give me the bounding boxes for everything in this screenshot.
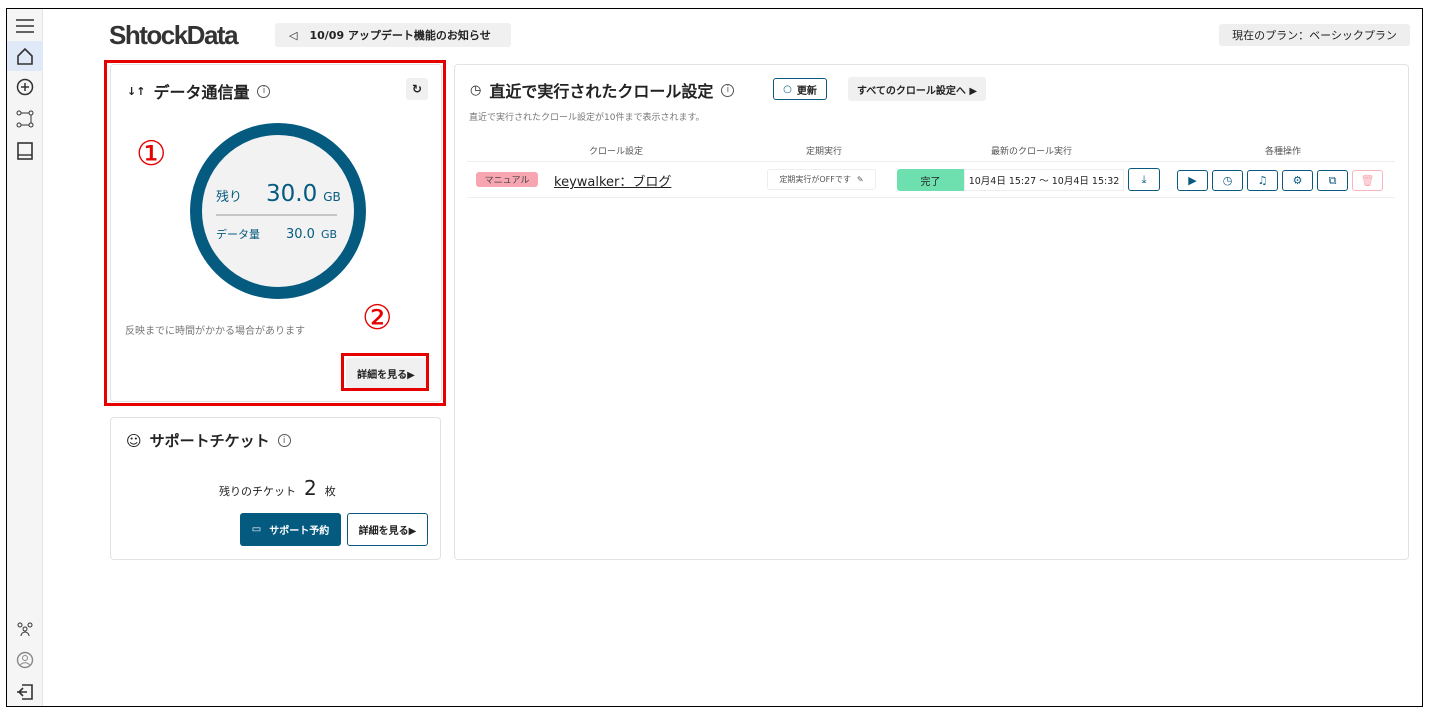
annotation-box-2 [341, 353, 429, 391]
plan-badge: 現在のプラン：ベーシックプラン [1219, 24, 1410, 46]
schedule-button[interactable]: 定期実行がOFFです ✎ [767, 169, 876, 190]
all-crawls-button[interactable]: すべてのクロール設定へ ▶ [848, 77, 986, 101]
delete-button[interactable]: 🗑 [1352, 170, 1383, 191]
download-icon: ⤓ [1141, 172, 1147, 186]
copy-icon: ⧉ [1328, 173, 1337, 187]
support-ticket-card: ☺ サポートチケット i 残りのチケット 2 枚 ▭ サポート予約 詳細を見る▶ [110, 417, 441, 560]
history-icon: ◷ [470, 82, 482, 98]
schedule-text: 定期実行がOFFです [779, 175, 851, 184]
manual-tag: マニュアル [476, 172, 538, 187]
recent-subtitle: 直近で実行されたクロール設定が10件まで表示されます。 [469, 113, 705, 123]
bell-icon: ♫ [1257, 174, 1268, 187]
copy-button[interactable]: ⧉ [1317, 170, 1348, 191]
tickets-label: 残りのチケット [219, 485, 296, 498]
crawl-time: 10月4日 15:27 ～ 10月4日 15:32 [964, 169, 1124, 191]
logout-icon[interactable] [7, 677, 43, 707]
tickets-row: 残りのチケット 2 枚 [219, 476, 336, 500]
column-header: 定期実行 [806, 147, 843, 157]
play-icon: ▶ [1188, 174, 1197, 187]
home-icon[interactable] [7, 41, 43, 71]
flow-icon[interactable] [7, 104, 43, 134]
notice-button[interactable]: ◁ 10/09 アップデート機能のお知らせ [275, 23, 511, 47]
add-icon[interactable] [7, 72, 43, 102]
column-header: 各種操作 [1265, 147, 1302, 157]
annotation-number-1: ① [136, 134, 167, 174]
support-agent-icon: ☺ [126, 431, 142, 450]
info-icon[interactable]: i [277, 434, 291, 447]
support-reserve-label: サポート予約 [269, 526, 330, 537]
status-badge: 完了 [897, 169, 964, 191]
recent-crawls-card: ◷ 直近で実行されたクロール設定 i ○ 更新 すべてのクロール設定へ ▶ 直近で実行… [454, 64, 1409, 560]
recent-title: 直近で実行されたクロール設定 [489, 82, 714, 101]
tickets-unit: 枚 [324, 485, 336, 498]
history-button[interactable]: ◷ [1212, 170, 1243, 191]
trash-icon: 🗑 [1360, 174, 1375, 187]
book-icon[interactable] [7, 136, 43, 166]
divider [467, 197, 1395, 198]
column-header: クロール設定 [589, 147, 644, 157]
refresh-label: 更新 [796, 85, 817, 97]
download-button[interactable]: ⤓ [1128, 168, 1160, 191]
support-reserve-button[interactable]: ▭ サポート予約 [240, 513, 341, 546]
settings-button[interactable]: ⚙ [1282, 170, 1313, 191]
megaphone-icon: ◁ [289, 28, 298, 42]
tickets-count: 2 [304, 476, 317, 500]
logo[interactable]: ShtockData [109, 20, 239, 51]
info-icon[interactable]: i [721, 83, 735, 97]
refresh-icon: ○ [783, 83, 792, 95]
notification-button[interactable]: ♫ [1247, 170, 1278, 191]
recent-title-row: ◷ 直近で実行されたクロール設定 i [470, 78, 735, 102]
gear-icon: ⚙ [1292, 174, 1303, 187]
support-title-row: ☺ サポートチケット i [126, 430, 291, 451]
history-icon: ◷ [1222, 174, 1233, 187]
support-details-button[interactable]: 詳細を見る▶ [347, 513, 428, 546]
edit-icon: ✎ [856, 175, 864, 184]
annotation-number-2: ② [362, 298, 393, 338]
support-title: サポートチケット [149, 432, 270, 450]
divider [467, 161, 1395, 162]
menu-icon[interactable] [7, 11, 43, 41]
notice-text: 10/09 アップデート機能のお知らせ [309, 29, 491, 42]
account-icon[interactable] [7, 645, 43, 675]
sidebar [7, 9, 43, 706]
crawl-name-link[interactable]: keywalker：ブログ [554, 171, 671, 190]
refresh-button[interactable]: ○ 更新 [773, 78, 827, 100]
team-icon[interactable] [7, 614, 43, 644]
monitor-icon: ▭ [251, 524, 262, 535]
column-header: 最新のクロール実行 [991, 147, 1073, 157]
run-button[interactable]: ▶ [1177, 170, 1208, 191]
